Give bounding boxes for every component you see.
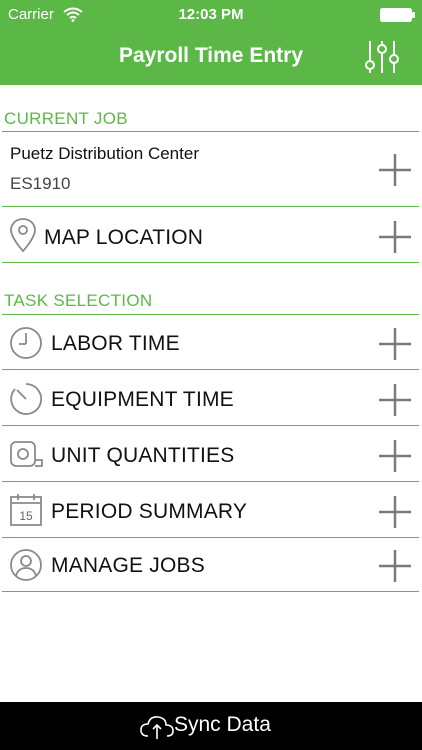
user-icon xyxy=(10,549,42,581)
task-item-labor-time[interactable]: LABOR TIME xyxy=(2,315,419,369)
job-name: Puetz Distribution Center xyxy=(10,144,199,163)
tape-measure-icon xyxy=(10,441,43,467)
plus-icon[interactable] xyxy=(377,152,413,188)
task-label: LABOR TIME xyxy=(51,332,180,355)
app-header: Carrier 12:03 PM Payroll Time Entry xyxy=(0,0,422,85)
settings-sliders-icon[interactable] xyxy=(362,37,404,77)
page-title: Payroll Time Entry xyxy=(118,44,304,67)
current-job-header: CURRENT JOB xyxy=(4,109,128,128)
job-code: ES1910 xyxy=(10,174,71,193)
task-selection-header: TASK SELECTION xyxy=(4,291,153,310)
map-location-label: MAP LOCATION xyxy=(44,226,204,249)
current-job-row[interactable]: Puetz Distribution Center ES1910 xyxy=(2,132,419,206)
divider xyxy=(2,262,419,263)
status-time: 12:03 PM xyxy=(178,6,244,23)
plus-icon[interactable] xyxy=(377,548,413,584)
divider xyxy=(2,591,419,592)
status-bar: Carrier 12:03 PM xyxy=(0,0,422,30)
sync-data-label: Sync Data xyxy=(174,713,271,736)
task-label: UNIT QUANTITIES xyxy=(51,444,235,467)
task-item-period-summary[interactable]: 15 PERIOD SUMMARY xyxy=(2,482,419,537)
task-item-equipment-time[interactable]: EQUIPMENT TIME xyxy=(2,370,419,425)
plus-icon[interactable] xyxy=(377,438,413,474)
calendar-icon: 15 xyxy=(10,494,42,526)
clock-icon xyxy=(10,327,42,359)
task-label: PERIOD SUMMARY xyxy=(51,500,248,523)
task-label: EQUIPMENT TIME xyxy=(51,388,234,411)
sync-data-button[interactable]: Sync Data xyxy=(0,702,422,750)
plus-icon[interactable] xyxy=(377,326,413,362)
task-item-unit-quantities[interactable]: UNIT QUANTITIES xyxy=(2,426,419,481)
task-label: MANAGE JOBS xyxy=(51,554,205,577)
timer-icon xyxy=(10,383,43,415)
plus-icon[interactable] xyxy=(377,382,413,418)
map-pin-icon xyxy=(10,218,36,253)
cloud-upload-icon xyxy=(140,716,174,739)
screen: Carrier 12:03 PM Payroll Time Entry CURR… xyxy=(0,0,422,750)
battery-icon xyxy=(380,8,415,22)
map-location-row[interactable]: MAP LOCATION xyxy=(2,207,419,262)
plus-icon[interactable] xyxy=(377,219,413,255)
plus-icon[interactable] xyxy=(377,494,413,530)
task-item-manage-jobs[interactable]: MANAGE JOBS xyxy=(2,538,419,591)
calendar-day-number: 15 xyxy=(19,509,33,523)
